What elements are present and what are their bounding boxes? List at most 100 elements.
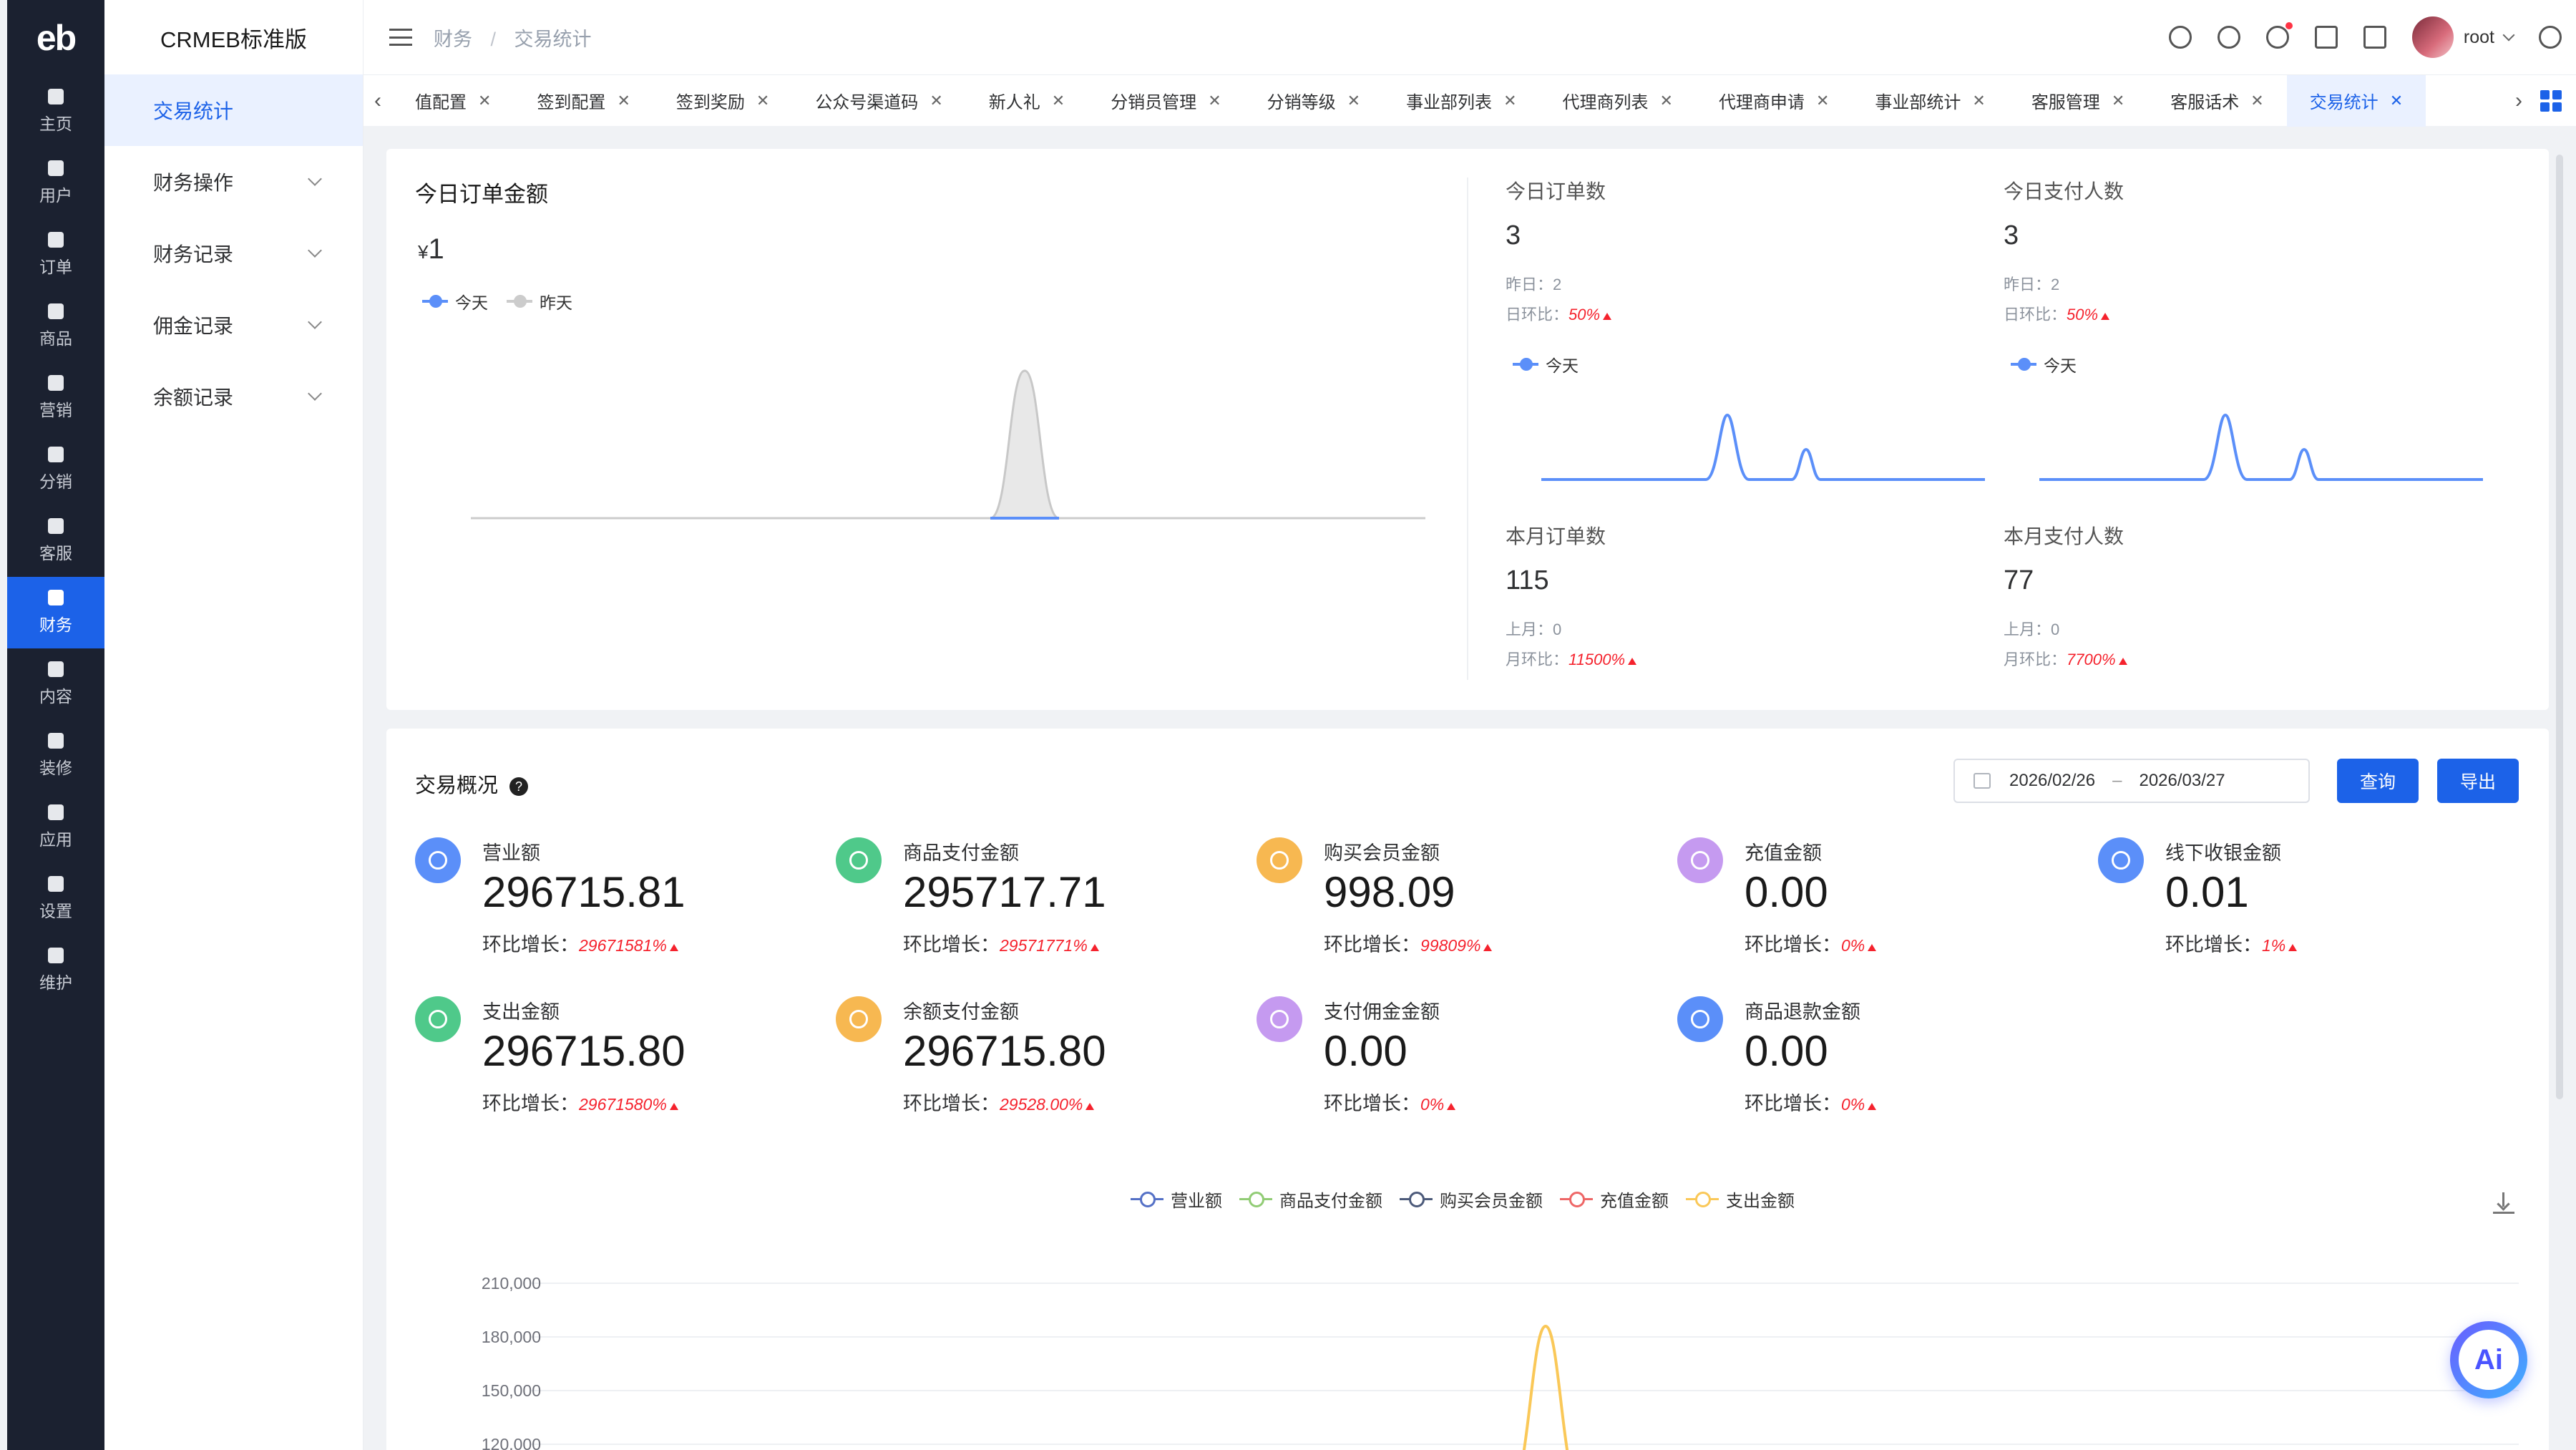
today-payers-legend[interactable]: 今天 — [2011, 352, 2077, 376]
tab[interactable]: 签到配置 ✕ — [514, 75, 653, 127]
date-start[interactable]: 2026/02/26 — [2009, 771, 2095, 791]
tab[interactable]: 公众号渠道码 ✕ — [792, 75, 965, 127]
tab[interactable]: 签到奖励 ✕ — [653, 75, 792, 127]
mobile-preview-icon[interactable] — [2363, 26, 2386, 49]
close-icon[interactable]: ✕ — [930, 92, 942, 110]
close-icon[interactable]: ✕ — [2250, 92, 2263, 110]
nav-item[interactable]: 维护 — [7, 935, 104, 1006]
nav-item[interactable]: 客服 — [7, 505, 104, 577]
submenu-item[interactable]: 财务记录 — [104, 218, 363, 289]
nav-item[interactable]: 分销 — [7, 434, 104, 505]
tab[interactable]: 客服管理 ✕ — [2009, 75, 2147, 127]
close-icon[interactable]: ✕ — [756, 92, 769, 110]
brand-title: CRMEB标准版 — [160, 26, 307, 52]
avatar[interactable] — [2411, 16, 2454, 58]
stat-growth: 环比增长：0% — [1745, 929, 1877, 957]
stat-icon — [415, 996, 461, 1042]
chevron-right-icon[interactable]: › — [2504, 89, 2533, 113]
chart-legend-item[interactable]: 购买会员金额 — [1400, 1187, 1543, 1212]
tab[interactable]: 值配置 ✕ — [392, 75, 514, 127]
query-button[interactable]: 查询 — [2337, 759, 2419, 803]
chevron-down-icon[interactable] — [2502, 29, 2515, 42]
close-icon[interactable]: ✕ — [1816, 92, 1829, 110]
close-icon[interactable]: ✕ — [1503, 92, 1516, 110]
legend-yesterday[interactable]: 昨天 — [540, 289, 572, 313]
chart-legend-item[interactable]: 营业额 — [1131, 1187, 1222, 1212]
nav-item[interactable]: 应用 — [7, 792, 104, 863]
close-icon[interactable]: ✕ — [1052, 92, 1065, 110]
help-icon[interactable]: ? — [509, 777, 529, 797]
submenu-item-label: 财务操作 — [153, 172, 234, 194]
chart-legend: 营业额 商品支付金额 购买会员金额 充值金额 支出金额 — [1131, 1187, 1795, 1212]
tab-label: 代理商列表 — [1562, 93, 1649, 112]
ai-assistant-button[interactable]: Ai — [2450, 1321, 2527, 1398]
stat-label: 支出金额 — [482, 1001, 560, 1023]
submenu-item[interactable]: 交易统计 — [104, 74, 363, 146]
submenu-item-label: 财务记录 — [153, 243, 234, 266]
submenu-item[interactable]: 佣金记录 — [104, 289, 363, 361]
tab[interactable]: 代理商列表 ✕ — [1540, 75, 1696, 127]
legend-today[interactable]: 今天 — [455, 289, 488, 313]
tab[interactable]: 客服话术 ✕ — [2147, 75, 2286, 127]
nav-item[interactable]: 商品 — [7, 291, 104, 362]
tab[interactable]: 事业部统计 ✕ — [1852, 75, 2008, 127]
date-range-picker[interactable]: 2026/02/26 – 2026/03/27 — [1953, 759, 2310, 803]
tab[interactable]: 事业部列表 ✕ — [1383, 75, 1539, 127]
stat-value: 296715.81 — [482, 868, 686, 916]
chevron-left-icon[interactable]: ‹ — [364, 89, 392, 113]
chart-legend-item[interactable]: 充值金额 — [1560, 1187, 1669, 1212]
nav-item[interactable]: 财务 — [7, 577, 104, 648]
nav-item-label: 财务 — [39, 615, 72, 634]
search-icon[interactable] — [2217, 26, 2240, 49]
date-end[interactable]: 2026/03/27 — [2139, 771, 2225, 791]
chart-legend-item[interactable]: 支出金额 — [1686, 1187, 1795, 1212]
bell-icon[interactable] — [2265, 22, 2293, 49]
tab[interactable]: 分销员管理 ✕ — [1088, 75, 1244, 127]
tab-label: 事业部统计 — [1875, 93, 1961, 112]
date-separator: – — [2112, 771, 2122, 790]
nav-item[interactable]: 订单 — [7, 219, 104, 291]
close-icon[interactable]: ✕ — [1208, 92, 1221, 110]
today-orders-title: 今日订单数 — [1506, 180, 1606, 203]
nav-item[interactable]: 营销 — [7, 362, 104, 434]
export-button[interactable]: 导出 — [2437, 759, 2519, 803]
stat-icon — [1677, 837, 1723, 883]
chart-legend-item[interactable]: 商品支付金额 — [1239, 1187, 1382, 1212]
breadcrumb-item[interactable]: 财务 — [434, 29, 472, 50]
nav-item[interactable]: 主页 — [7, 76, 104, 147]
submenu-item[interactable]: 余额记录 — [104, 361, 363, 432]
nav-item-label: 内容 — [39, 687, 72, 706]
refresh-icon[interactable] — [2168, 26, 2192, 49]
today-payers-title: 今日支付人数 — [2004, 180, 2124, 203]
nav-item-label: 订单 — [39, 258, 72, 276]
scrollbar[interactable] — [2556, 155, 2563, 1099]
close-icon[interactable]: ✕ — [1972, 92, 1985, 110]
close-icon[interactable]: ✕ — [1347, 92, 1360, 110]
menu-toggle-icon[interactable] — [389, 29, 412, 46]
nav-item[interactable]: 用户 — [7, 147, 104, 219]
close-icon[interactable]: ✕ — [1660, 92, 1673, 110]
nav-item[interactable]: 内容 — [7, 648, 104, 720]
close-icon[interactable]: ✕ — [617, 92, 630, 110]
close-icon[interactable]: ✕ — [478, 92, 491, 110]
tab[interactable]: 交易统计 ✕ — [2286, 74, 2426, 127]
stat-label: 线下收银金额 — [2165, 842, 2281, 864]
close-icon[interactable]: ✕ — [2390, 92, 2403, 110]
tabs-menu-icon[interactable] — [2540, 89, 2562, 112]
today-orders-legend[interactable]: 今天 — [1513, 352, 1579, 376]
today-amount: ¥1 — [418, 233, 444, 265]
download-icon[interactable] — [2493, 1192, 2514, 1214]
tab[interactable]: 分销等级 ✕ — [1244, 75, 1383, 127]
fullscreen-icon[interactable] — [2314, 26, 2338, 49]
gear-icon[interactable] — [2539, 26, 2562, 49]
tab[interactable]: 代理商申请 ✕ — [1696, 75, 1852, 127]
tab[interactable]: 新人礼 ✕ — [966, 75, 1088, 127]
submenu-item[interactable]: 财务操作 — [104, 146, 363, 218]
username[interactable]: root — [2464, 27, 2494, 48]
nav-icon — [48, 375, 64, 391]
nav-item[interactable]: 装修 — [7, 720, 104, 792]
logo[interactable]: eb — [7, 0, 104, 76]
nav-item[interactable]: 设置 — [7, 863, 104, 935]
stat-label: 购买会员金额 — [1324, 842, 1440, 864]
close-icon[interactable]: ✕ — [2112, 92, 2124, 110]
